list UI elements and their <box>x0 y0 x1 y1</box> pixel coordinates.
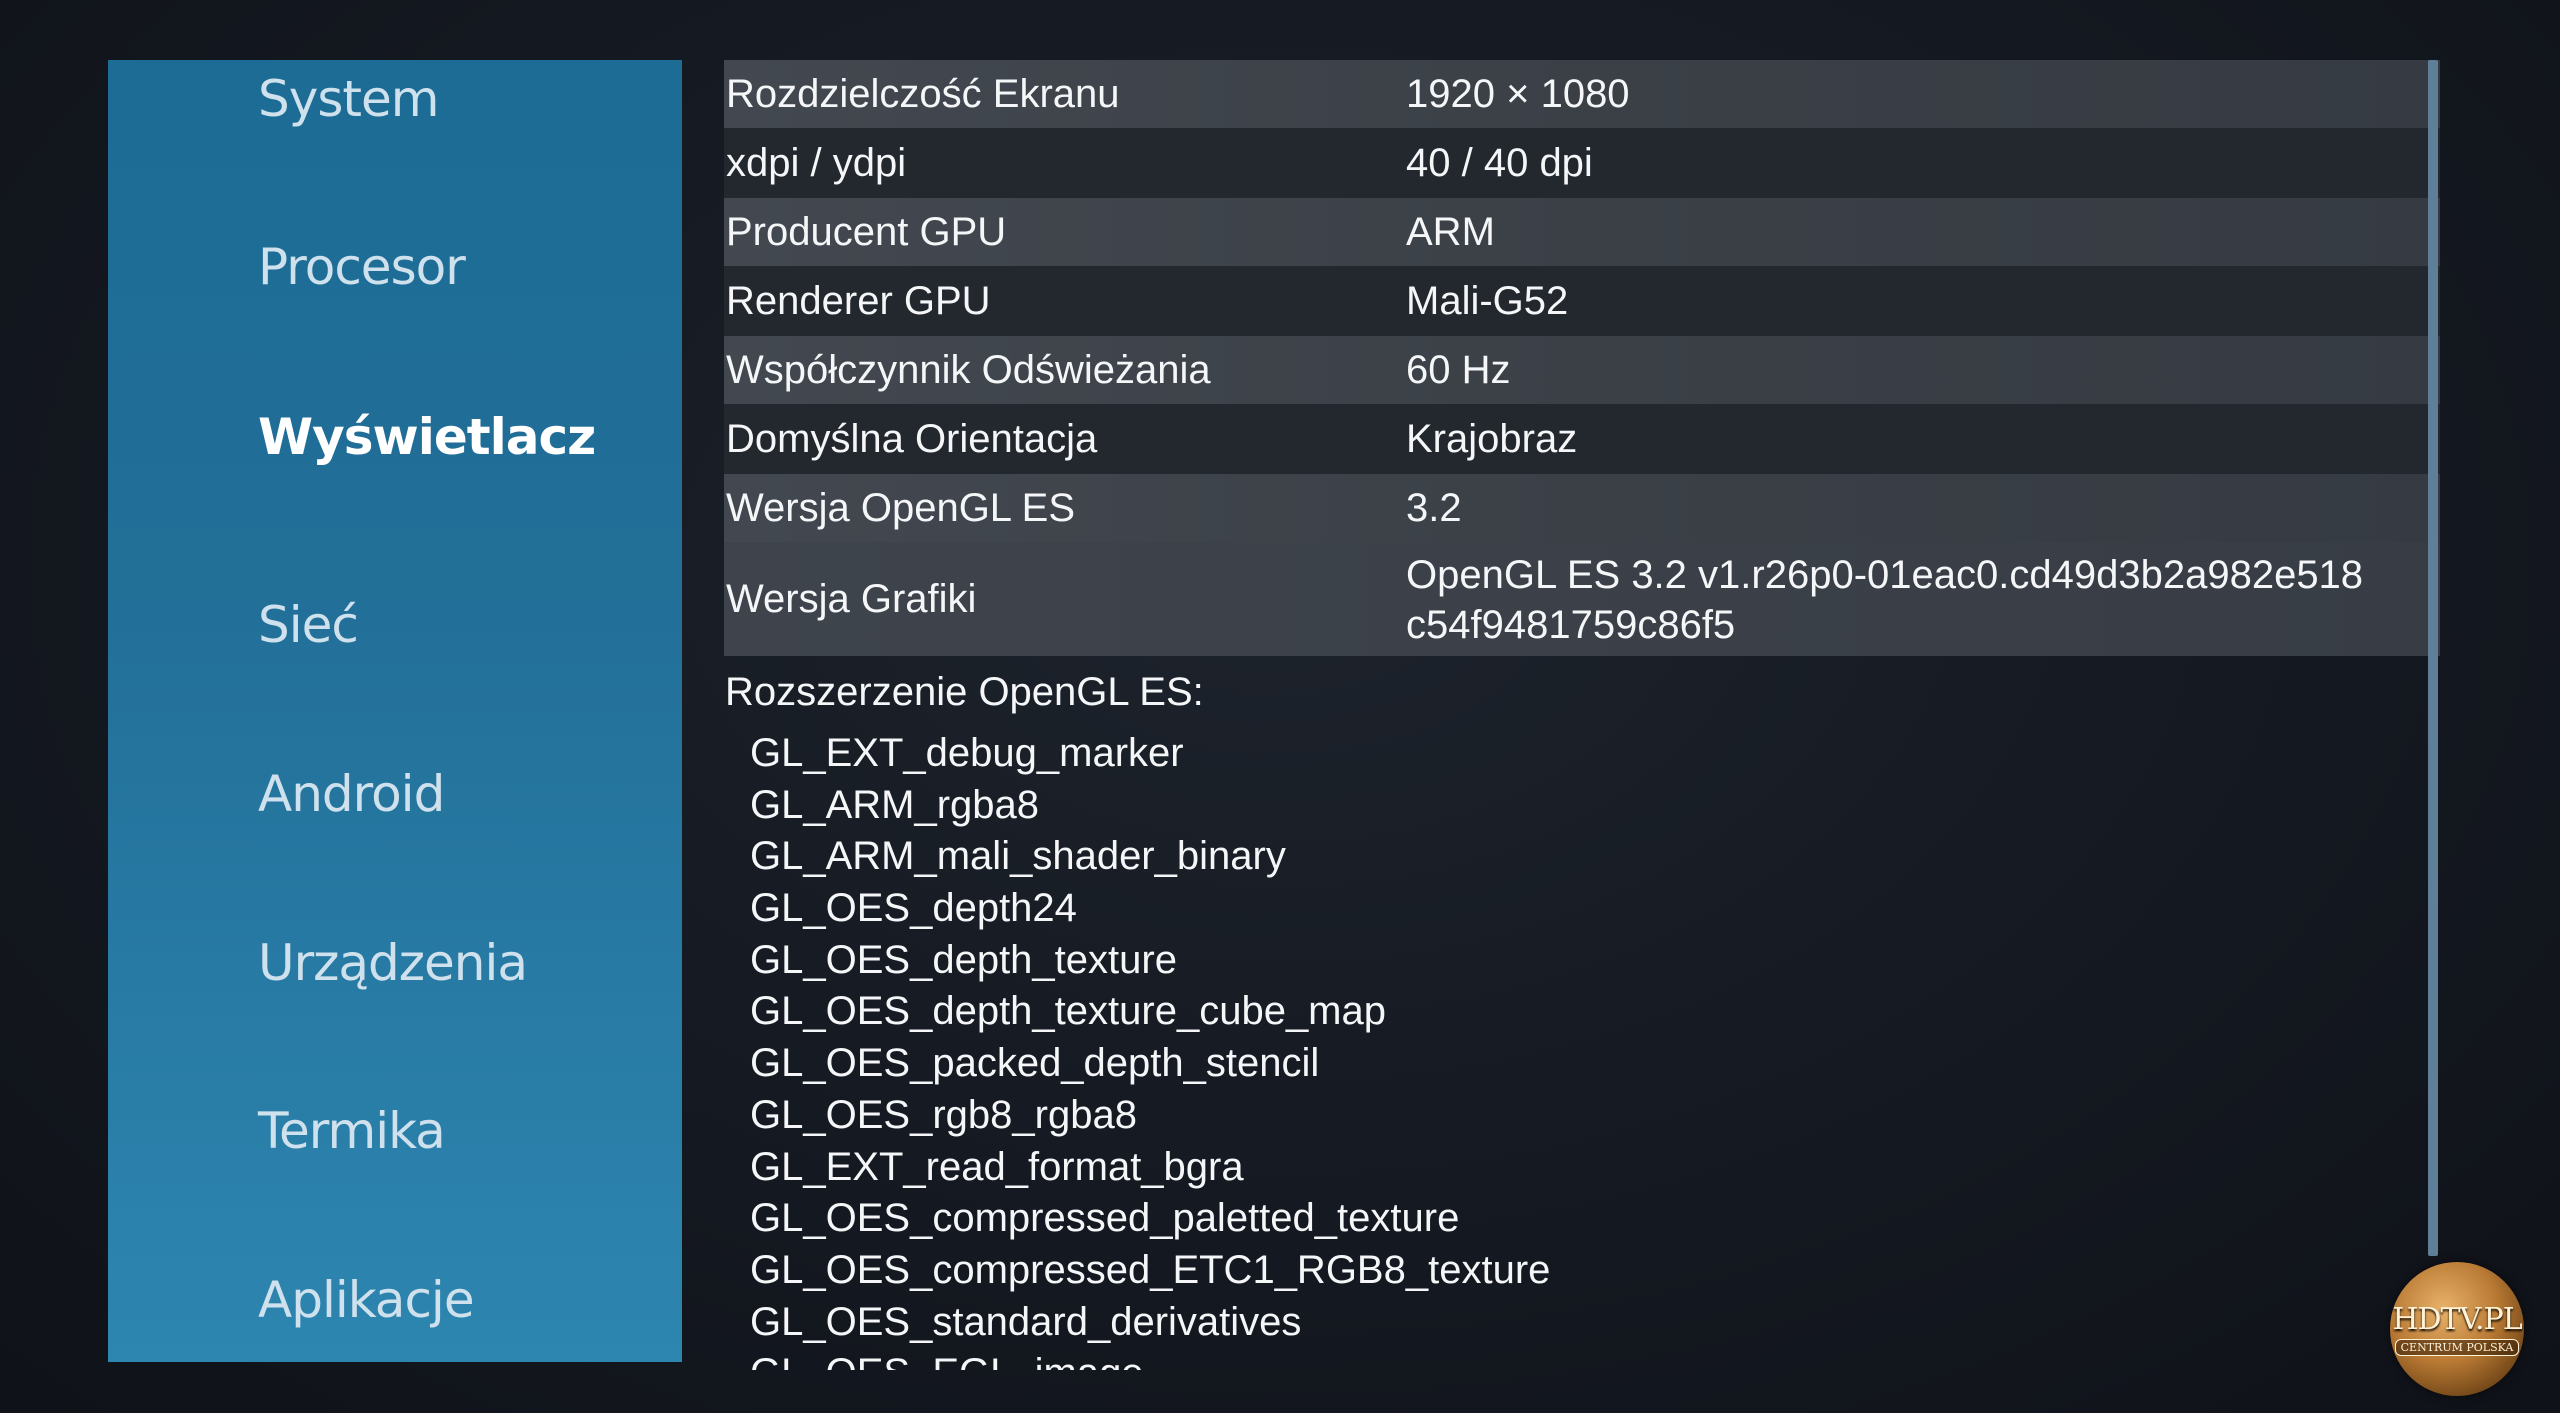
scrollbar[interactable] <box>2428 60 2438 1256</box>
list-item: GL_OES_depth24 <box>750 886 1077 931</box>
info-row-opengl-version: Wersja OpenGL ES 3.2 <box>724 474 2440 542</box>
sidebar-item-urzadzenia[interactable]: Urządzenia <box>258 934 528 992</box>
sidebar-item-system[interactable]: System <box>258 70 439 128</box>
row-value-line-2: c54f9481759c86f5 <box>1406 603 1736 647</box>
sidebar-item-aplikacje[interactable]: Aplikacje <box>258 1271 475 1329</box>
list-item: GL_ARM_rgba8 <box>750 782 1040 827</box>
row-value: OpenGL ES 3.2 v1.r26p0-01eac0.cd49d3b2a9… <box>1406 550 2363 650</box>
watermark-logo-subtext: CENTRUM POLSKA <box>2394 1339 2520 1356</box>
row-value: Mali-G52 <box>1406 279 1569 323</box>
row-label: Producent GPU <box>726 209 1007 254</box>
list-item: GL_OES_depth_texture <box>750 937 1177 982</box>
list-item: GL_ARM_mali_shader_binary <box>750 834 1286 879</box>
watermark-logo: HDTV.PL CENTRUM POLSKA <box>2390 1262 2524 1396</box>
sidebar-item-wyswietlacz[interactable]: Wyświetlacz <box>258 408 596 466</box>
info-row-gpu-vendor: Producent GPU ARM <box>724 198 2440 266</box>
sidebar-item-termika[interactable]: Termika <box>258 1102 446 1160</box>
sidebar-item-procesor[interactable]: Procesor <box>258 238 466 296</box>
list-item: GL_OES_depth_texture_cube_map <box>750 989 1386 1034</box>
info-row-orientation: Domyślna Orientacja Krajobraz <box>724 404 2440 474</box>
row-label: Rozdzielczość Ekranu <box>726 71 1120 116</box>
row-value: ARM <box>1406 210 1495 254</box>
info-row-gpu-renderer: Renderer GPU Mali-G52 <box>724 266 2440 336</box>
list-item: GL_OES_packed_depth_stencil <box>750 1041 1320 1086</box>
row-label: Wersja Grafiki <box>726 576 977 621</box>
info-row-graphics-version: Wersja Grafiki OpenGL ES 3.2 v1.r26p0-01… <box>724 542 2440 656</box>
list-item: GL_OES_rgb8_rgba8 <box>750 1092 1137 1137</box>
info-row-refresh-rate: Współczynnik Odświeżania 60 Hz <box>724 336 2440 404</box>
extensions-title: Rozszerzenie OpenGL ES: <box>725 670 1204 714</box>
list-item: GL_OES_compressed_ETC1_RGB8_texture <box>750 1247 1551 1292</box>
list-item: GL_EXT_read_format_bgra <box>750 1144 1244 1189</box>
row-label: Renderer GPU <box>726 278 991 323</box>
row-label: xdpi / ydpi <box>726 140 907 185</box>
sidebar-item-siec[interactable]: Sieć <box>258 596 359 654</box>
row-value-line-1: OpenGL ES 3.2 v1.r26p0-01eac0.cd49d3b2a9… <box>1406 553 2364 597</box>
list-item: GL_OES_compressed_paletted_texture <box>750 1196 1460 1241</box>
sidebar-item-android[interactable]: Android <box>258 765 445 823</box>
row-value: Krajobraz <box>1406 417 1578 461</box>
row-label: Domyślna Orientacja <box>726 416 1098 461</box>
row-label: Współczynnik Odświeżania <box>726 347 1211 392</box>
list-item: GL_OES_EGL_image <box>750 1348 1550 1370</box>
watermark-logo-text: HDTV.PL <box>2392 1302 2522 1337</box>
row-value: 60 Hz <box>1406 348 1511 392</box>
extensions-list: GL_EXT_debug_marker GL_ARM_rgba8 GL_ARM_… <box>750 728 1550 1370</box>
row-value: 3.2 <box>1406 486 1462 530</box>
row-value: 1920 × 1080 <box>1406 72 1630 116</box>
row-label: Wersja OpenGL ES <box>726 485 1076 530</box>
info-row-resolution: Rozdzielczość Ekranu 1920 × 1080 <box>724 60 2440 128</box>
sidebar: System Procesor Wyświetlacz Sieć Android… <box>108 60 682 1362</box>
row-value: 40 / 40 dpi <box>1406 141 1593 185</box>
list-item: GL_EXT_debug_marker <box>750 731 1184 775</box>
list-item: GL_OES_standard_derivatives <box>750 1299 1302 1344</box>
display-info-panel[interactable]: Rozdzielczość Ekranu 1920 × 1080 xdpi / … <box>724 60 2440 1370</box>
info-row-dpi: xdpi / ydpi 40 / 40 dpi <box>724 128 2440 198</box>
